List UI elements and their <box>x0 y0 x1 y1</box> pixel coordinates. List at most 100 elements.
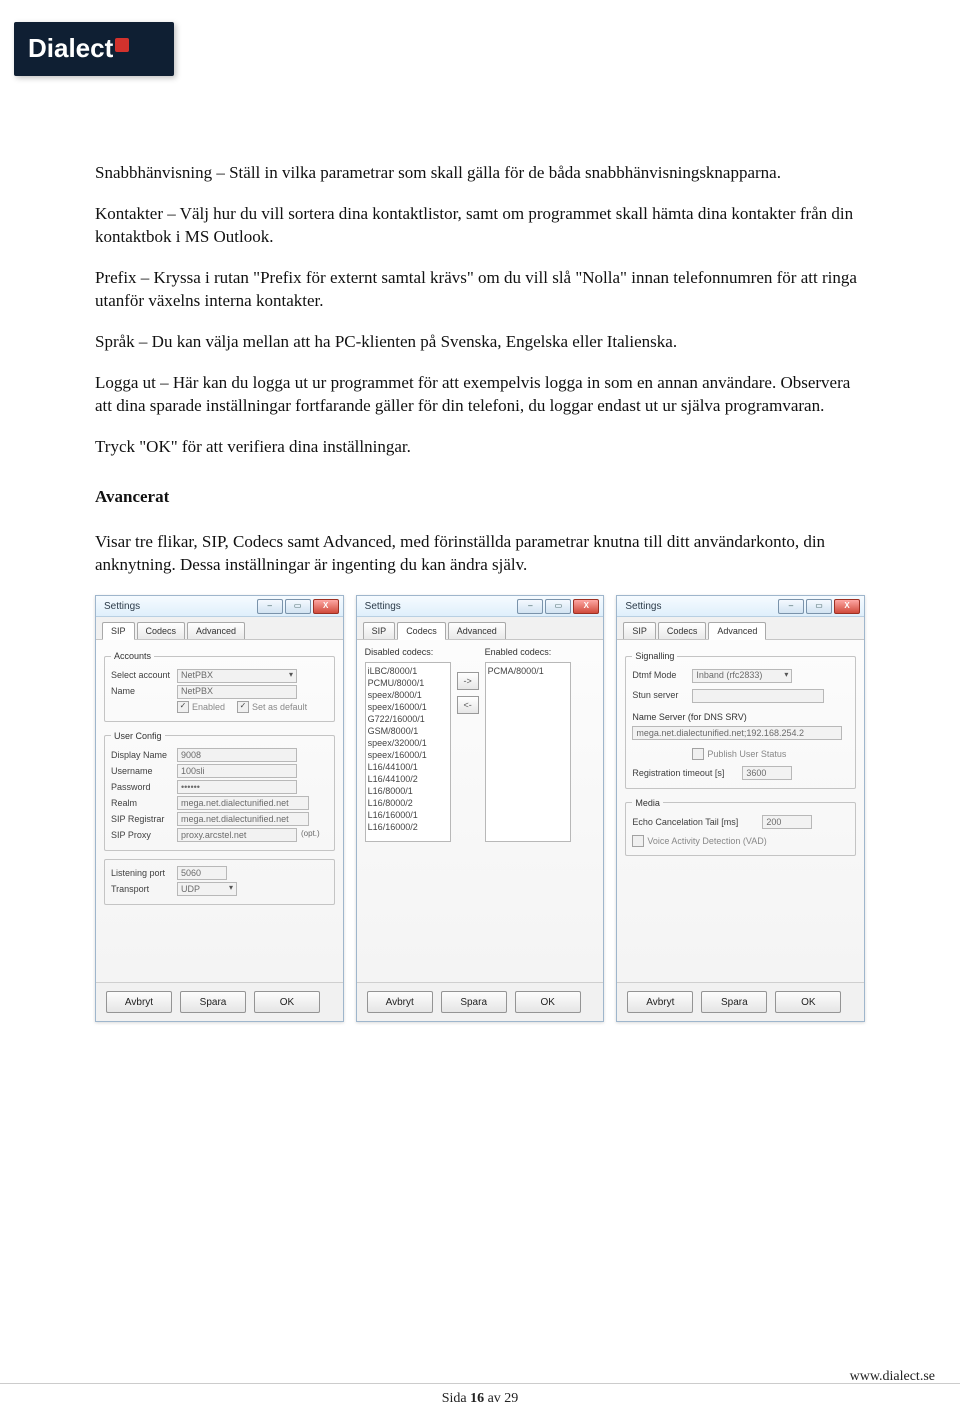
list-item[interactable]: L16/44100/2 <box>368 773 448 785</box>
save-button[interactable]: Spara <box>180 991 246 1013</box>
label-proxy: SIP Proxy <box>111 829 177 841</box>
paragraph-sprak: Språk – Du kan välja mellan att ha PC-kl… <box>95 331 865 354</box>
transport-combo[interactable]: UDP <box>177 882 237 896</box>
display-name-field[interactable]: 9008 <box>177 748 297 762</box>
group-accounts: Accounts Select account NetPBX Name NetP… <box>104 650 335 721</box>
disable-codec-button[interactable]: <- <box>457 696 479 714</box>
close-button[interactable]: X <box>573 599 599 614</box>
list-item[interactable]: L16/8000/1 <box>368 785 448 797</box>
titlebar: Settings – ▭ X <box>617 596 864 617</box>
enable-codec-button[interactable]: -> <box>457 672 479 690</box>
reg-timeout-field[interactable]: 3600 <box>742 766 792 780</box>
label-enabled-codecs: Enabled codecs: <box>485 646 571 658</box>
tab-sip[interactable]: SIP <box>623 622 656 639</box>
brand-logo: Dialect <box>14 22 174 76</box>
group-user-config: User Config Display Name9008 Username100… <box>104 730 335 851</box>
enabled-codecs-listbox[interactable]: PCMA/8000/1 <box>485 662 571 842</box>
document-body: Snabbhänvisning – Ställ in vilka paramet… <box>95 162 865 1022</box>
list-item[interactable]: GSM/8000/1 <box>368 725 448 737</box>
ok-button[interactable]: OK <box>515 991 581 1013</box>
maximize-button[interactable]: ▭ <box>285 599 311 614</box>
brand-mark-icon <box>115 38 129 52</box>
list-item[interactable]: speex/16000/1 <box>368 749 448 761</box>
group-legend: Signalling <box>632 650 677 662</box>
close-button[interactable]: X <box>313 599 339 614</box>
nameserver-field[interactable]: mega.net.dialectunified.net;192.168.254.… <box>632 726 842 740</box>
tab-codecs[interactable]: Codecs <box>658 622 707 639</box>
label-reg-timeout: Registration timeout [s] <box>632 767 742 779</box>
list-item[interactable]: speex/16000/1 <box>368 701 448 713</box>
dialog-sip: Settings – ▭ X SIP Codecs Advanced Accou… <box>95 595 344 1022</box>
ok-button[interactable]: OK <box>254 991 320 1013</box>
tab-codecs[interactable]: Codecs <box>397 622 446 640</box>
footer-url: www.dialect.se <box>850 1368 935 1387</box>
list-item[interactable]: L16/16000/1 <box>368 809 448 821</box>
tab-advanced[interactable]: Advanced <box>448 622 506 639</box>
tab-advanced[interactable]: Advanced <box>187 622 245 639</box>
label-realm: Realm <box>111 797 177 809</box>
label-dtmf-mode: Dtmf Mode <box>632 669 692 681</box>
titlebar: Settings – ▭ X <box>96 596 343 617</box>
paragraph-tryck-ok: Tryck "OK" för att verifiera dina instäl… <box>95 436 865 459</box>
dialog-codecs: Settings – ▭ X SIP Codecs Advanced Dis <box>356 595 605 1022</box>
enabled-checkbox[interactable]: ✓Enabled <box>177 701 225 713</box>
paragraph-loggaut: Logga ut – Här kan du logga ut ur progra… <box>95 372 865 418</box>
group-legend: Accounts <box>111 650 154 662</box>
name-field[interactable]: NetPBX <box>177 685 297 699</box>
set-default-checkbox[interactable]: ✓Set as default <box>237 701 307 713</box>
list-item[interactable]: iLBC/8000/1 <box>368 665 448 677</box>
paragraph-kontakter: Kontakter – Välj hur du vill sortera din… <box>95 203 865 249</box>
listening-port-field[interactable]: 5060 <box>177 866 227 880</box>
label-select-account: Select account <box>111 669 177 681</box>
tab-advanced[interactable]: Advanced <box>708 622 766 640</box>
list-item[interactable]: L16/16000/2 <box>368 821 448 833</box>
dtmf-mode-combo[interactable]: Inband (rfc2833) <box>692 669 792 683</box>
tab-codecs[interactable]: Codecs <box>137 622 186 639</box>
select-account-combo[interactable]: NetPBX <box>177 669 297 683</box>
list-item[interactable]: PCMU/8000/1 <box>368 677 448 689</box>
cancel-button[interactable]: Avbryt <box>367 991 433 1013</box>
close-button[interactable]: X <box>834 599 860 614</box>
registrar-field[interactable]: mega.net.dialectunified.net <box>177 812 309 826</box>
minimize-button[interactable]: – <box>517 599 543 614</box>
window-title: Settings <box>100 600 257 614</box>
list-item[interactable]: G722/16000/1 <box>368 713 448 725</box>
password-field[interactable]: •••••• <box>177 780 297 794</box>
minimize-button[interactable]: – <box>778 599 804 614</box>
label-echo: Echo Cancelation Tail [ms] <box>632 816 762 828</box>
paragraph-avancerat-desc: Visar tre flikar, SIP, Codecs samt Advan… <box>95 531 865 577</box>
publish-status-checkbox[interactable]: Publish User Status <box>692 748 786 760</box>
minimize-button[interactable]: – <box>257 599 283 614</box>
label-transport: Transport <box>111 883 177 895</box>
label-registrar: SIP Registrar <box>111 813 177 825</box>
list-item[interactable]: PCMA/8000/1 <box>488 665 568 677</box>
paragraph-prefix: Prefix – Kryssa i rutan "Prefix för exte… <box>95 267 865 313</box>
maximize-button[interactable]: ▭ <box>545 599 571 614</box>
label-password: Password <box>111 781 177 793</box>
group-legend: User Config <box>111 730 165 742</box>
list-item[interactable]: L16/8000/2 <box>368 797 448 809</box>
brand-text: Dialect <box>28 31 113 66</box>
disabled-codecs-listbox[interactable]: iLBC/8000/1PCMU/8000/1speex/8000/1speex/… <box>365 662 451 842</box>
save-button[interactable]: Spara <box>701 991 767 1013</box>
window-title: Settings <box>361 600 518 614</box>
proxy-field[interactable]: proxy.arcstel.net <box>177 828 297 842</box>
username-field[interactable]: 100sli <box>177 764 297 778</box>
list-item[interactable]: L16/44100/1 <box>368 761 448 773</box>
stun-server-field[interactable] <box>692 689 824 703</box>
list-item[interactable]: speex/32000/1 <box>368 737 448 749</box>
save-button[interactable]: Spara <box>441 991 507 1013</box>
maximize-button[interactable]: ▭ <box>806 599 832 614</box>
group-signalling: Signalling Dtmf ModeInband (rfc2833) Stu… <box>625 650 856 788</box>
page-footer: Sida 16 av 29 www.dialect.se <box>0 1383 960 1409</box>
echo-field[interactable]: 200 <box>762 815 812 829</box>
cancel-button[interactable]: Avbryt <box>106 991 172 1013</box>
label-name: Name <box>111 685 177 697</box>
realm-field[interactable]: mega.net.dialectunified.net <box>177 796 309 810</box>
vad-checkbox[interactable]: Voice Activity Detection (VAD) <box>632 835 766 847</box>
tab-sip[interactable]: SIP <box>102 622 135 640</box>
cancel-button[interactable]: Avbryt <box>627 991 693 1013</box>
ok-button[interactable]: OK <box>775 991 841 1013</box>
list-item[interactable]: speex/8000/1 <box>368 689 448 701</box>
tab-sip[interactable]: SIP <box>363 622 396 639</box>
